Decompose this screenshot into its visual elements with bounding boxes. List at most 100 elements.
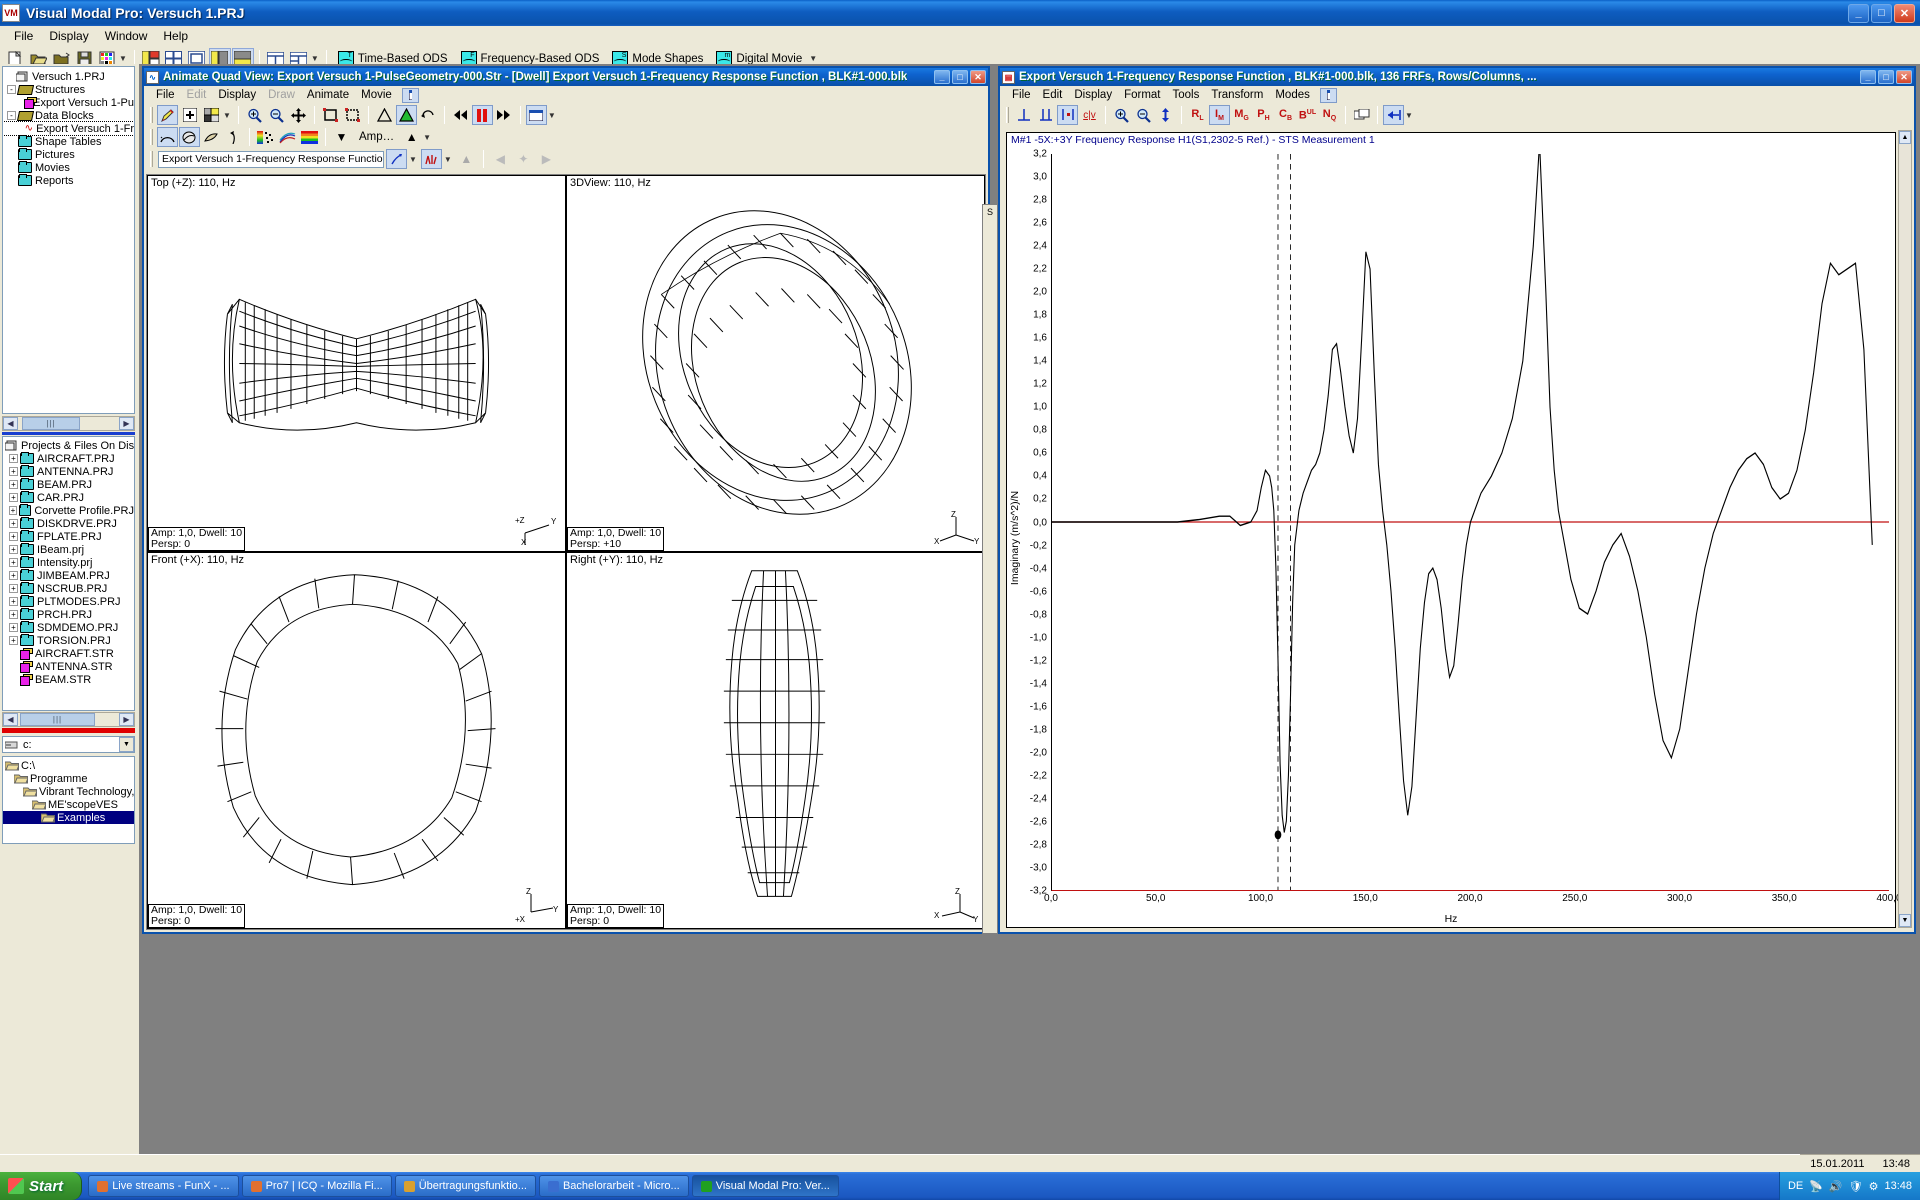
close-button[interactable]: ✕	[1894, 3, 1915, 23]
viewport-right[interactable]: Right (+Y): 110, Hz Amp: 1,0, Dwell: 10 …	[566, 552, 985, 929]
peak-cursor-icon[interactable]	[1057, 105, 1078, 125]
animate-minimize-button[interactable]: _	[934, 70, 950, 84]
next-shape-icon[interactable]: ▶	[536, 149, 557, 169]
disk-tree-item-5[interactable]: + DISKDRVE.PRJ	[3, 517, 134, 530]
tray-icon-network[interactable]: 📡	[1809, 1180, 1823, 1193]
disk-tree-root[interactable]: Projects & Files On Disk	[3, 439, 134, 452]
menu-display[interactable]: Display	[41, 27, 96, 45]
plot-menu-file[interactable]: File	[1006, 88, 1037, 102]
disk-tree[interactable]: Projects & Files On Disk + AIRCRAFT.PRJ + AN…	[2, 436, 135, 711]
disk-tree-item-1[interactable]: + ANTENNA.PRJ	[3, 465, 134, 478]
menu-window[interactable]: Window	[97, 27, 156, 45]
IM-icon[interactable]: IM	[1209, 105, 1230, 125]
disk-tree-item-11[interactable]: + PLTMODES.PRJ	[3, 595, 134, 608]
folder-tree[interactable]: C:\ProgrammeVibrant Technology, IncME'sc…	[2, 756, 135, 844]
plot-scroll-down-icon[interactable]: ▼	[1899, 914, 1911, 927]
select-shape-icon[interactable]	[386, 149, 407, 169]
CO-icon[interactable]: CB	[1275, 105, 1296, 125]
project-tree-hscrollbar[interactable]: ◀ ||| ▶	[2, 416, 135, 431]
window-icon[interactable]	[401, 87, 419, 103]
disk-tree-item-10[interactable]: + NSCRUB.PRJ	[3, 582, 134, 595]
tree-expander-icon[interactable]: -	[7, 111, 16, 120]
folder-tree-item-1[interactable]: Programme	[3, 772, 134, 785]
plot-toolbar-grip[interactable]	[1006, 107, 1009, 123]
tray-language[interactable]: DE	[1788, 1180, 1803, 1192]
colorbar-icon[interactable]	[299, 127, 320, 147]
project-tree-item-2[interactable]: - Data Blocks	[3, 109, 134, 122]
triangle-outline-icon[interactable]	[374, 105, 395, 125]
plot-menu-tools[interactable]: Tools	[1167, 88, 1206, 102]
shape-selector-field[interactable]: Export Versuch 1-Frequency Response Func…	[158, 150, 384, 168]
folder-tree-item-3[interactable]: ME'scopeVES	[3, 798, 134, 811]
animate-menu-movie[interactable]: Movie	[355, 88, 398, 102]
toolbar-grip-2[interactable]	[150, 129, 153, 145]
plot-maximize-button[interactable]: □	[1878, 70, 1894, 84]
back-caret-icon[interactable]: ▼	[1405, 111, 1415, 120]
minimize-button[interactable]: _	[1848, 3, 1869, 23]
project-tree-item-5[interactable]: Pictures	[3, 148, 134, 161]
tree-expander-icon[interactable]: +	[9, 636, 18, 645]
curves-icon[interactable]	[277, 127, 298, 147]
tree-expander-icon[interactable]: +	[9, 545, 18, 554]
disk-tree-item-15[interactable]: AIRCRAFT.STR	[3, 647, 134, 660]
zoom-out-icon[interactable]	[266, 105, 287, 125]
tree-expander-icon[interactable]: +	[9, 532, 18, 541]
amp-label[interactable]: Amp…	[353, 131, 400, 143]
start-button[interactable]: Start	[0, 1172, 83, 1200]
tray-icon-shield[interactable]: 🛡	[1849, 1180, 1863, 1193]
NY-icon[interactable]: NQ	[1319, 105, 1340, 125]
tree-expander-icon[interactable]: +	[9, 454, 18, 463]
disk-tree-item-17[interactable]: BEAM.STR	[3, 673, 134, 686]
animate-close-button[interactable]: ✕	[970, 70, 986, 84]
shade-icon[interactable]	[179, 127, 200, 147]
movie-dropdown-caret-icon[interactable]: ▼	[809, 54, 819, 63]
tree-expander-icon[interactable]: +	[9, 571, 18, 580]
tree-expander-icon[interactable]: +	[9, 519, 18, 528]
disk-tree-item-4[interactable]: + Corvette Profile.PRJ	[3, 504, 134, 517]
taskbar-item-1[interactable]: Pro7 | ICQ - Mozilla Fi...	[241, 1175, 392, 1197]
folder-tree-item-2[interactable]: Vibrant Technology, Inc	[3, 785, 134, 798]
plot-menu-display[interactable]: Display	[1068, 88, 1118, 102]
disk-tree-item-8[interactable]: + Intensity.prj	[3, 556, 134, 569]
triangle-filled-icon[interactable]	[395, 105, 417, 125]
menu-file[interactable]: File	[6, 27, 41, 45]
mode-marker-icon[interactable]	[420, 149, 442, 169]
disk-scroll-thumb[interactable]: |||	[20, 713, 95, 726]
rect-select-icon[interactable]	[320, 105, 341, 125]
disk-tree-item-3[interactable]: + CAR.PRJ	[3, 491, 134, 504]
tray-icon-volume[interactable]: 🔊	[1829, 1180, 1843, 1193]
animate-menu-file[interactable]: File	[150, 88, 181, 102]
select-shape-caret-icon[interactable]: ▼	[409, 155, 419, 164]
table-dropdown-caret-icon[interactable]: ▼	[311, 54, 321, 63]
zoom-in-icon[interactable]	[244, 105, 265, 125]
quad-layout-icon[interactable]	[201, 105, 222, 125]
overlay-icon[interactable]	[1351, 105, 1372, 125]
plot-vscrollbar[interactable]: ▲ ▼	[1898, 130, 1912, 928]
tree-expander-icon[interactable]: +	[9, 597, 18, 606]
plot-menu-modes[interactable]: Modes	[1269, 88, 1316, 102]
tree-expander-icon[interactable]: +	[9, 467, 18, 476]
project-tree-item-4[interactable]: Shape Tables	[3, 135, 134, 148]
mode-up-icon[interactable]: ▲	[456, 149, 477, 169]
single-cursor-icon[interactable]	[1013, 105, 1034, 125]
plot-minimize-button[interactable]: _	[1860, 70, 1876, 84]
project-tree[interactable]: Versuch 1.PRJ - Structures Export Versuch 1…	[2, 66, 135, 414]
MG-icon[interactable]: MG	[1231, 105, 1252, 125]
plot-window-icon[interactable]	[1319, 87, 1337, 103]
tree-expander-icon[interactable]: +	[9, 506, 18, 515]
plot-zoom-out-icon[interactable]	[1133, 105, 1154, 125]
plot-menu-transform[interactable]: Transform	[1205, 88, 1269, 102]
disk-tree-item-0[interactable]: + AIRCRAFT.PRJ	[3, 452, 134, 465]
palette-dropdown-caret-icon[interactable]: ▼	[119, 54, 129, 63]
tree-expander-icon[interactable]: +	[9, 584, 18, 593]
taskbar-item-0[interactable]: Live streams - FunX - ...	[88, 1175, 239, 1197]
mode-marker-caret-icon[interactable]: ▼	[444, 155, 454, 164]
scroll-left-arrow-icon[interactable]: ◀	[3, 417, 18, 430]
project-tree-item-7[interactable]: Reports	[3, 174, 134, 187]
tree-expander-icon[interactable]: +	[9, 623, 18, 632]
disk-tree-item-14[interactable]: + TORSION.PRJ	[3, 634, 134, 647]
chart-plot-frame[interactable]	[1051, 154, 1889, 891]
folder-tree-item-4[interactable]: Examples	[3, 811, 134, 824]
arrow-icon[interactable]	[223, 127, 244, 147]
tray-icon-misc[interactable]: ⚙	[1869, 1180, 1879, 1193]
